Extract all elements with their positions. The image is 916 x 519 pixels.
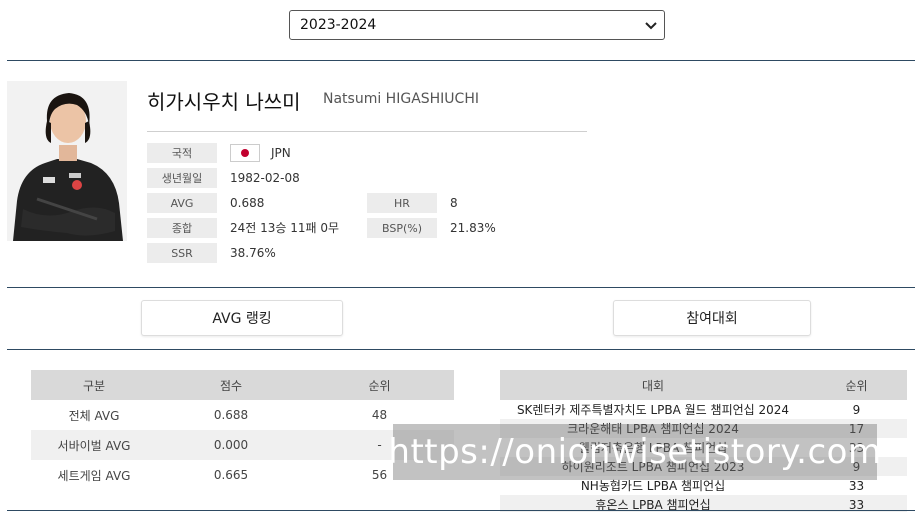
tournament-rank: 9: [852, 402, 861, 417]
record-label: 종합: [147, 218, 217, 238]
avg-table-header: 구분 점수 순위: [31, 370, 454, 400]
birth-value: 1982-02-08: [230, 171, 300, 185]
japan-flag-icon: [230, 144, 260, 162]
avg-row-category: 전체 AVG: [68, 408, 120, 423]
tournaments-button[interactable]: 참여대회: [613, 300, 811, 336]
avg-row-category: 세트게임 AVG: [57, 468, 131, 483]
name-divider: [147, 131, 587, 132]
player-name-korean: 히가시우치 나쓰미: [147, 90, 301, 114]
avg-table: 구분 점수 순위 전체 AVG 0.688 48 서바이벌 AVG 0.000 …: [31, 370, 454, 490]
hr-value: 8: [450, 196, 458, 210]
nationality-label: 국적: [147, 143, 217, 163]
season-select[interactable]: 2023-2024: [289, 10, 665, 40]
divider-lower: [7, 349, 915, 350]
avg-value: 0.688: [230, 196, 265, 210]
divider-bottom: [7, 510, 915, 511]
avg-header-score: 점수: [219, 378, 243, 393]
avg-ranking-button[interactable]: AVG 랭킹: [141, 300, 343, 336]
bsp-label: BSP(%): [367, 218, 437, 238]
avg-row-score: 0.688: [213, 408, 249, 422]
avg-row-score: 0.000: [213, 438, 249, 452]
divider-top: [7, 60, 915, 61]
player-name-english: Natsumi HIGASHIUCHI: [323, 91, 479, 107]
season-selected-value: 2023-2024: [300, 17, 377, 33]
divider-middle: [7, 287, 915, 288]
tournament-table-header: 대회 순위: [500, 370, 907, 400]
tournament-header-name: 대회: [641, 378, 665, 393]
list-item[interactable]: SK렌터카 제주특별자치도 LPBA 월드 챔피언십 2024 9: [500, 400, 907, 419]
ssr-label: SSR: [147, 243, 217, 263]
watermark-text: https://onionwisetistory.com: [388, 432, 882, 472]
tournament-header-rank: 순위: [845, 378, 868, 393]
ssr-value: 38.76%: [230, 246, 276, 260]
avg-label: AVG: [147, 193, 217, 213]
chevron-down-icon: [645, 22, 657, 30]
avg-row-category: 서바이벌 AVG: [57, 438, 131, 453]
avg-header-rank: 순위: [368, 378, 391, 393]
avg-header-category: 구분: [82, 378, 106, 393]
table-row: 전체 AVG 0.688 48: [31, 400, 454, 430]
birth-label: 생년월일: [147, 168, 217, 188]
nationality-value: JPN: [271, 146, 291, 160]
player-photo: [7, 81, 127, 241]
tournament-name: SK렌터카 제주특별자치도 LPBA 월드 챔피언십 2024: [516, 403, 790, 417]
avg-row-score: 0.665: [213, 468, 249, 482]
record-value: 24전 13승 11패 0무: [230, 221, 340, 235]
bsp-value: 21.83%: [450, 221, 496, 235]
hr-label: HR: [367, 193, 437, 213]
